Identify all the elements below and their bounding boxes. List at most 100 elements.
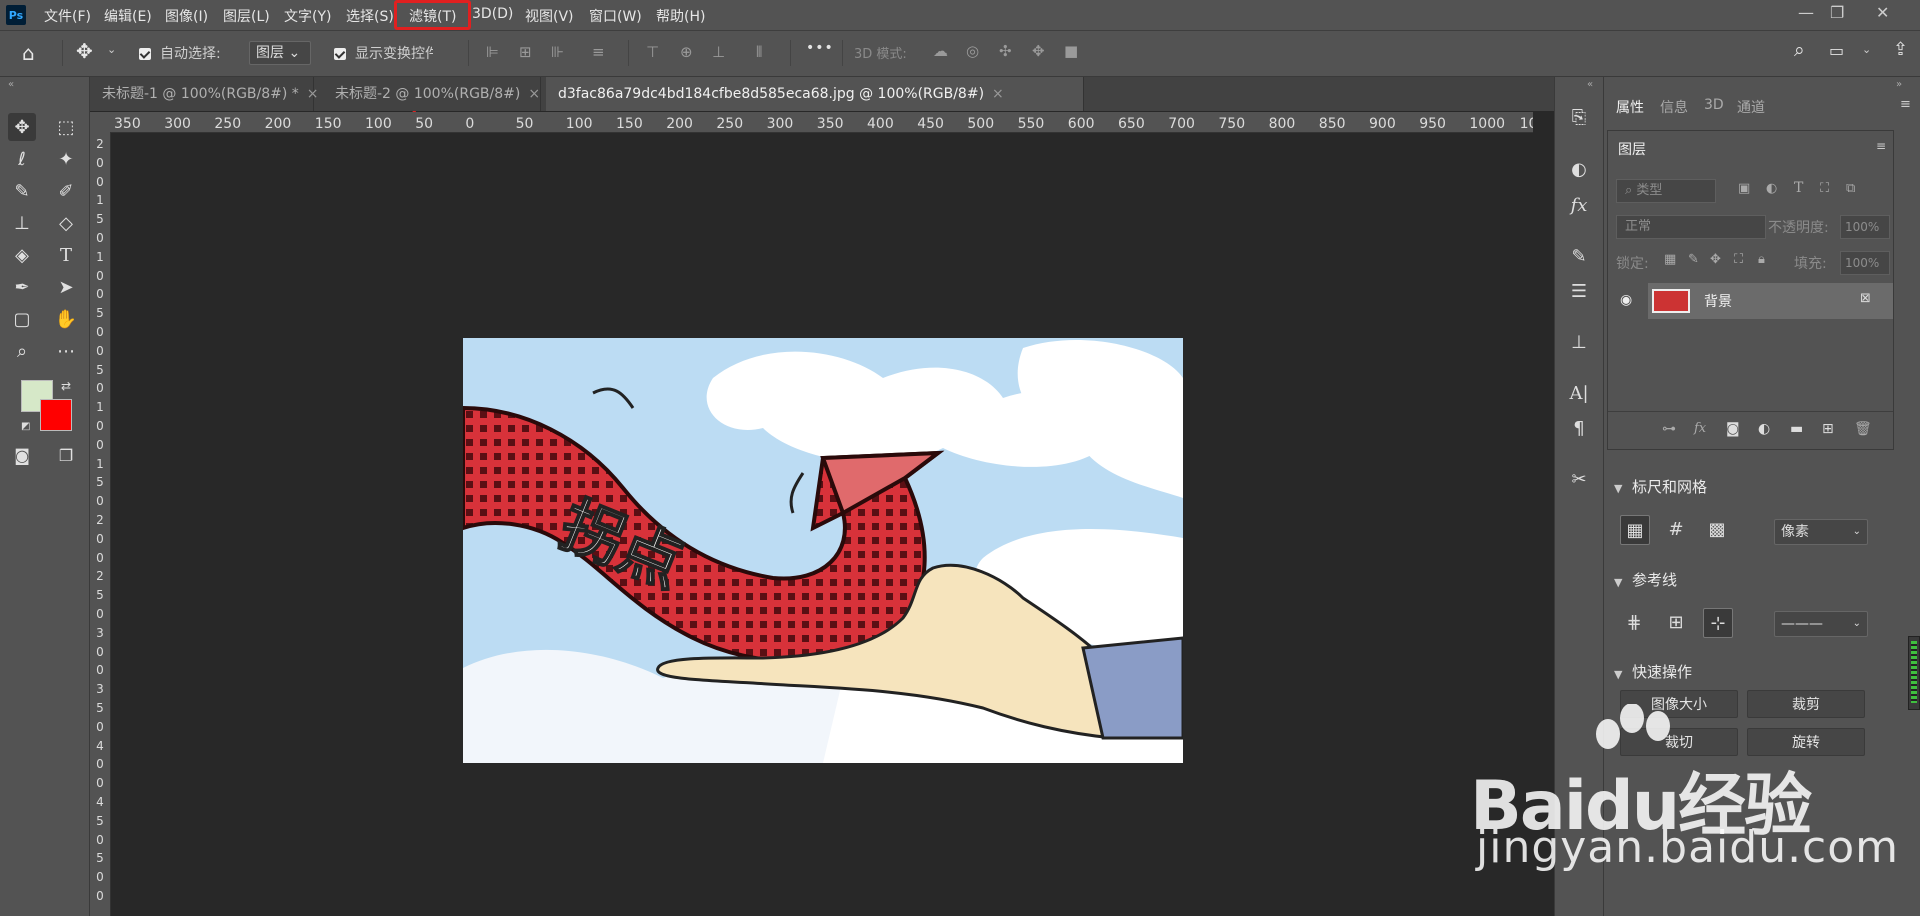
- marquee-tool-icon[interactable]: ⬚: [52, 113, 80, 141]
- lock-image-icon[interactable]: ✎: [1688, 252, 1699, 267]
- brushes-icon[interactable]: ✎: [1567, 244, 1591, 268]
- paint-bucket-icon[interactable]: ◈: [8, 241, 36, 269]
- filter-adjustment-icon[interactable]: ◐: [1766, 181, 1777, 196]
- distribute-vertical-icon[interactable]: ⫴: [756, 43, 762, 61]
- menu-edit[interactable]: 编辑(E): [104, 6, 152, 26]
- visibility-eye-icon[interactable]: ◉: [1620, 292, 1632, 308]
- 3d-pan-icon[interactable]: ✣: [999, 42, 1012, 60]
- close-tab-icon[interactable]: ×: [307, 86, 319, 102]
- menu-file[interactable]: 文件(F): [44, 6, 91, 26]
- tab-3d[interactable]: 3D: [1704, 97, 1724, 113]
- align-bottom-icon[interactable]: ⊥: [712, 43, 725, 61]
- lock-guides-icon[interactable]: ⊞: [1662, 608, 1690, 636]
- restore-button[interactable]: ❐: [1830, 3, 1844, 22]
- lock-position-icon[interactable]: ✥: [1710, 252, 1721, 267]
- new-group-icon[interactable]: ▬: [1790, 421, 1803, 437]
- quick-mask-icon[interactable]: ◙: [8, 441, 36, 469]
- distribute-icon[interactable]: ≡: [592, 43, 605, 61]
- auto-select-checkbox[interactable]: [139, 46, 151, 62]
- show-guides-icon[interactable]: ⋕: [1620, 608, 1648, 636]
- character-icon[interactable]: A|: [1567, 381, 1591, 405]
- adjustments-icon[interactable]: ◐: [1567, 157, 1591, 181]
- opacity-input[interactable]: 100%: [1840, 215, 1890, 239]
- ruler-unit-dropdown[interactable]: 像素 ⌄: [1774, 519, 1868, 545]
- menu-view[interactable]: 视图(V): [525, 6, 574, 26]
- menu-help[interactable]: 帮助(H): [656, 6, 705, 26]
- guide-style-dropdown[interactable]: ——— ⌄: [1774, 611, 1868, 637]
- lock-transparent-icon[interactable]: ▦: [1664, 252, 1676, 267]
- align-top-icon[interactable]: ⊤: [646, 43, 659, 61]
- search-icon[interactable]: ⌕: [1794, 39, 1805, 61]
- move-tool-icon[interactable]: ✥: [76, 39, 93, 63]
- more-options-icon[interactable]: •••: [806, 40, 834, 56]
- 3d-camera-icon[interactable]: ■: [1064, 42, 1078, 60]
- tab-info[interactable]: 信息: [1660, 97, 1688, 117]
- panel-menu-icon[interactable]: ≡: [1876, 139, 1886, 153]
- zoom-tool-icon[interactable]: ⌕: [8, 337, 36, 365]
- default-colors-icon[interactable]: ◩: [21, 421, 30, 432]
- auto-select-dropdown[interactable]: 图层 ⌄: [249, 41, 311, 65]
- background-color-swatch[interactable]: [40, 399, 72, 431]
- layer-row[interactable]: ◉ 背景 ⊠: [1620, 283, 1893, 319]
- ruler-toggle-icon[interactable]: ▦: [1620, 515, 1650, 545]
- lock-all-icon[interactable]: 🔒︎: [1758, 252, 1765, 267]
- panel-scrollbar[interactable]: [1908, 636, 1920, 710]
- filter-smart-object-icon[interactable]: ⧉: [1846, 181, 1855, 196]
- tab-untitled-1[interactable]: 未标题-1 @ 100%(RGB/8#) * ×: [90, 77, 319, 111]
- add-mask-icon[interactable]: ◙: [1726, 421, 1740, 437]
- share-icon[interactable]: ⇪: [1893, 39, 1908, 60]
- filter-shape-icon[interactable]: ⛶: [1820, 181, 1829, 196]
- home-icon[interactable]: ⌂: [22, 41, 35, 65]
- panel-menu-icon[interactable]: ≡: [1900, 97, 1911, 112]
- move-tool-icon[interactable]: ✥: [8, 113, 36, 141]
- history-icon[interactable]: ⎘: [1567, 105, 1591, 129]
- tool-presets-icon[interactable]: ✂: [1567, 467, 1591, 491]
- clone-source-icon[interactable]: ⊥: [1567, 330, 1591, 354]
- adjustment-layer-icon[interactable]: ◐: [1758, 421, 1770, 437]
- align-center-icon[interactable]: ⊞: [519, 43, 532, 61]
- chevron-down-icon[interactable]: ▼: [1614, 482, 1622, 495]
- lock-artboard-icon[interactable]: ⛶: [1734, 252, 1743, 267]
- more-tools-icon[interactable]: ⋯: [52, 337, 80, 365]
- magic-wand-icon[interactable]: ✦: [52, 145, 80, 173]
- collapse-icon[interactable]: «: [1587, 79, 1593, 90]
- 3d-slide-icon[interactable]: ✥: [1032, 42, 1045, 60]
- filter-type-icon[interactable]: T: [1794, 180, 1803, 196]
- close-tab-icon[interactable]: ×: [992, 86, 1004, 102]
- chevron-down-icon[interactable]: ▼: [1614, 668, 1622, 681]
- show-transform-checkbox[interactable]: [334, 46, 346, 62]
- brush-settings-icon[interactable]: ☰: [1567, 279, 1591, 303]
- screen-mode-icon[interactable]: ❐: [52, 441, 80, 469]
- type-tool-icon[interactable]: T: [52, 241, 80, 269]
- swap-colors-icon[interactable]: ⇄: [61, 379, 71, 393]
- fill-input[interactable]: 100%: [1840, 251, 1890, 275]
- menu-layer[interactable]: 图层(L): [223, 6, 270, 26]
- 3d-roll-icon[interactable]: ◎: [966, 42, 979, 60]
- lasso-tool-icon[interactable]: ℓ: [8, 145, 36, 173]
- new-layer-icon[interactable]: ⊞: [1822, 421, 1834, 437]
- menu-select[interactable]: 选择(S): [346, 6, 394, 26]
- healing-brush-icon[interactable]: ✐: [52, 177, 80, 205]
- minimize-button[interactable]: —: [1798, 3, 1814, 22]
- styles-icon[interactable]: fx: [1567, 193, 1591, 217]
- chevron-down-icon[interactable]: ⌄: [107, 43, 116, 56]
- pixel-grid-toggle-icon[interactable]: ▩: [1703, 515, 1731, 543]
- collapse-icon[interactable]: »: [1896, 79, 1902, 90]
- align-middle-icon[interactable]: ⊕: [680, 43, 693, 61]
- layer-filter-dropdown[interactable]: ⌕ 类型: [1616, 179, 1716, 203]
- blend-mode-dropdown[interactable]: 正常: [1616, 215, 1766, 239]
- stamp-tool-icon[interactable]: ⊥: [8, 209, 36, 237]
- crop-button[interactable]: 裁剪: [1747, 690, 1865, 718]
- close-window-button[interactable]: ✕: [1876, 3, 1889, 22]
- hand-tool-icon[interactable]: ✋: [52, 305, 80, 333]
- tab-untitled-2[interactable]: 未标题-2 @ 100%(RGB/8#) ×: [323, 77, 541, 111]
- menu-window[interactable]: 窗口(W): [589, 6, 642, 26]
- workspace-icon[interactable]: ▭: [1829, 41, 1844, 60]
- rectangle-tool-icon[interactable]: ▢: [8, 305, 36, 333]
- menu-type[interactable]: 文字(Y): [284, 6, 331, 26]
- filter-pixel-icon[interactable]: ▣: [1738, 181, 1750, 196]
- align-right-icon[interactable]: ⊪: [551, 43, 564, 61]
- tab-channels[interactable]: 通道: [1737, 97, 1765, 117]
- path-select-icon[interactable]: ➤: [52, 273, 80, 301]
- menu-3d[interactable]: 3D(D): [472, 6, 513, 22]
